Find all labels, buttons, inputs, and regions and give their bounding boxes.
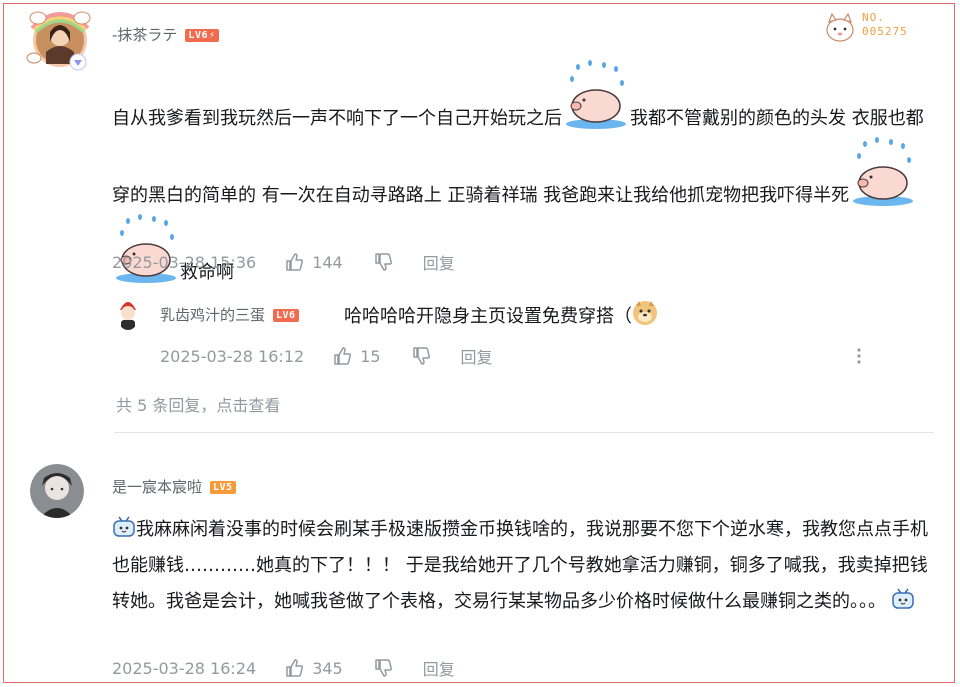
view-more-replies-link[interactable]: 共 5 条回复，点击查看 bbox=[116, 392, 280, 416]
comment2-like-button[interactable]: 345 bbox=[284, 658, 343, 678]
comment1-dislike-button[interactable] bbox=[373, 252, 393, 272]
comment2-time: 2025-03-28 16:24 bbox=[112, 658, 257, 678]
pig-sweat-icon bbox=[566, 60, 626, 129]
comment1-like-button[interactable]: 144 bbox=[284, 252, 343, 272]
reply1-avatar[interactable] bbox=[116, 296, 140, 330]
comment2-reply-button[interactable]: 回复 bbox=[423, 656, 455, 680]
sweating-pig-sticker-2 bbox=[849, 137, 917, 214]
comment-panel: -抹茶ラテ LV6⚡ NO. 005275 自从我爹看到我玩然后一声不响下了一个自己… bbox=[3, 3, 955, 683]
comment2-avatar-image bbox=[30, 464, 84, 518]
comment2-dislike-button[interactable] bbox=[373, 658, 393, 678]
thumbs-up-icon bbox=[286, 659, 304, 677]
comment1-like-count: 144 bbox=[312, 252, 343, 272]
level-badge: LV5 bbox=[210, 481, 236, 494]
cat-mascot-icon bbox=[826, 12, 854, 42]
comment1-avatar[interactable] bbox=[24, 6, 96, 72]
level-badge: LV6 bbox=[273, 309, 299, 322]
comment2-username-text: 是一宸本宸啦 bbox=[112, 478, 203, 496]
comment1-username[interactable]: -抹茶ラテ LV6⚡ bbox=[112, 24, 219, 45]
comment1-username-text: -抹茶ラテ bbox=[112, 26, 178, 44]
doge-emoji-icon bbox=[632, 300, 658, 334]
fan-number-card: NO. 005275 bbox=[822, 8, 932, 44]
thumbs-up-icon bbox=[286, 253, 304, 271]
level-badge: LV6⚡ bbox=[185, 29, 219, 42]
avatar-frame-icon bbox=[26, 11, 91, 71]
comment2-avatar[interactable] bbox=[30, 464, 84, 518]
more-dots-icon bbox=[857, 348, 861, 364]
comment1-reply-button[interactable]: 回复 bbox=[423, 250, 455, 274]
thumbs-down-icon bbox=[374, 253, 392, 271]
reply1-username-text: 乳齿鸡汁的三蛋 bbox=[160, 306, 266, 324]
more-options-button[interactable] bbox=[856, 347, 862, 365]
thumbs-down-icon bbox=[412, 347, 430, 365]
reply1-dislike-button[interactable] bbox=[411, 346, 431, 366]
reply1-avatar-image bbox=[120, 302, 136, 330]
comment2-like-count: 345 bbox=[312, 658, 343, 678]
comment1-time: 2025-03-28 15:36 bbox=[112, 252, 257, 272]
reply1-like-count: 15 bbox=[360, 346, 381, 366]
comment2-meta: 2025-03-28 16:24 345 回复 bbox=[112, 656, 455, 680]
comment2-username[interactable]: 是一宸本宸啦 LV5 bbox=[112, 476, 236, 497]
reply1-time: 2025-03-28 16:12 bbox=[160, 346, 305, 366]
reply1-text: 哈哈哈哈开隐身主页设置免费穿搭（ bbox=[344, 306, 632, 327]
thumbs-up-icon bbox=[334, 347, 352, 365]
thumbs-down-icon bbox=[374, 659, 392, 677]
comment2-text: 我麻麻闲着没事的时候会刷某手极速版攒金币换钱啥的，我说那要不您下个逆水寒，我教您… bbox=[112, 519, 928, 612]
comment2-body: 我麻麻闲着没事的时候会刷某手极速版攒金币换钱啥的，我说那要不您下个逆水寒，我教您… bbox=[112, 512, 936, 620]
comment1-meta: 2025-03-28 15:36 144 回复 bbox=[112, 250, 455, 274]
tv-emoji-icon-2 bbox=[886, 584, 916, 620]
tv-emoji-icon bbox=[112, 512, 136, 548]
pig-sweat-icon bbox=[853, 137, 914, 206]
comment1-text-part1: 自从我爹看到我玩然后一声不响下了一个自己开始玩之后 bbox=[112, 108, 562, 129]
reply1-reply-button[interactable]: 回复 bbox=[461, 344, 493, 368]
fan-number-text: NO. 005275 bbox=[862, 11, 908, 38]
reply1-meta: 2025-03-28 16:12 15 回复 bbox=[160, 344, 493, 368]
reply1-like-button[interactable]: 15 bbox=[332, 346, 381, 366]
reply1-username[interactable]: 乳齿鸡汁的三蛋 LV6 bbox=[160, 304, 299, 325]
sweating-pig-sticker bbox=[562, 60, 630, 137]
reply1-body: 哈哈哈哈开隐身主页设置免费穿搭（ bbox=[344, 300, 658, 334]
comment-divider bbox=[114, 432, 934, 433]
